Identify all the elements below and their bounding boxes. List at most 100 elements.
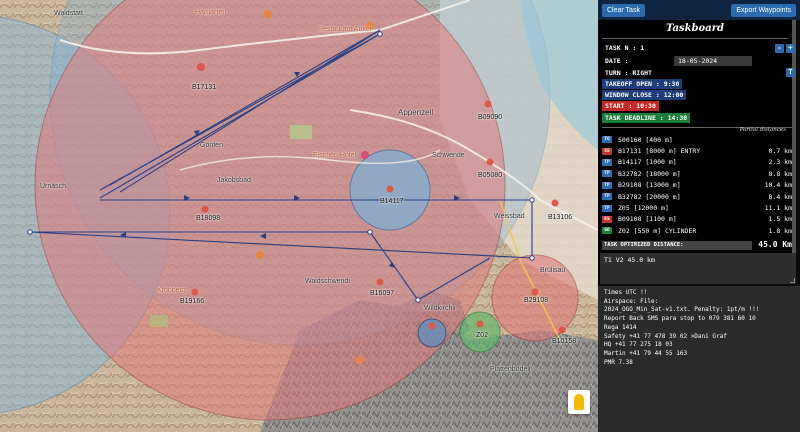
waypoint-label: B29108 [524,297,549,304]
turnpoint-row[interactable]: TO S00160 [400 m] [602,134,792,145]
turnpoint-type-badge: ES [602,215,612,223]
turnpoint-row[interactable]: SS B17131 [8000 m] ENTRY 0.7 km [602,145,792,156]
turnpoint-type-badge: TP [602,181,612,189]
optimized-distance-value: 45.0 Km [758,240,792,249]
takeoff-open: TAKEOFF OPEN : 9:30 [602,79,683,89]
turnpoint-distance: 1.8 km [768,226,792,235]
turnpoint-name: Z02 [550 m] CYLINDER [618,226,697,235]
turn-direction: TURN : RIGHT [605,69,652,77]
place-label: Kronberg [157,287,186,294]
pin-b09090 [484,100,492,108]
park-area [290,125,312,139]
place-label: Brülisau [540,267,566,274]
t-button[interactable]: T [786,68,795,77]
start-time: START : 10:30 [602,101,659,111]
pin-hargarten [264,10,272,18]
date-label: DATE : [605,57,629,65]
place-label: Waldschwendi [305,278,350,285]
task-notes: Times UTC !! Airspace: File: 2024_OGO_Mi… [598,286,800,432]
waypoint-label: B05080 [478,172,503,179]
note-line: Safety +41 77 478 39 02 >Dani Graf [604,332,727,340]
pin-b14117 [386,185,394,193]
zoom-minus-button[interactable]: - [775,44,784,53]
resize-handle[interactable] [790,278,795,283]
optimized-distance-row: TASK OPTIMIZED DISTANCE: 45.0 Km [602,240,792,250]
note-line: PMR 7.38 [604,358,633,366]
clear-task-button[interactable]: Clear Task [602,3,645,17]
place-label: Gonten [200,142,223,149]
turnpoint-name: Z05 [12000 m] [618,204,669,213]
pin-bergast [256,251,264,259]
turnpoint-row[interactable]: TP B32782 [18000 m] 8.8 km [602,168,792,179]
zoom-plus-button[interactable]: + [786,44,795,53]
turnpoint-type-badge: TP [602,204,612,212]
place-label: Hargarten [195,9,227,16]
pin-b18098 [201,205,209,213]
task-result-textarea[interactable]: T1 V2 45.0 km [600,253,796,284]
turnpoint-distance: 8.4 km [768,192,792,201]
turnpoint-distance: 8.8 km [768,169,792,178]
pin-b16097 [376,278,384,286]
note-line: Times UTC !! [604,289,648,296]
place-label: Restaurant Anker [318,26,373,33]
place-label: Jakobsbad [217,177,251,184]
turnpoint-distance: 11.1 km [764,204,792,213]
place-label: Weissbad [494,213,525,220]
turnpoint-type-badge: TP [602,170,612,178]
divider [602,38,788,39]
waypoint-label: B16097 [370,290,395,297]
turnpoint-name: B17131 [8000 m] ENTRY [618,147,701,156]
place-label: Wildkirchli [424,305,456,312]
turnpoint-row[interactable]: GO Z02 [550 m] CYLINDER 1.8 km [602,225,792,236]
turnpoint-distance: 1.5 km [768,215,792,224]
task-map[interactable]: Waldstatt Hargarten Restaurant Anker App… [0,0,598,432]
park-area-2 [150,315,168,327]
taskboard-title: Taskboard [666,23,724,34]
turnpoint-name: B14117 [1000 m] [618,158,677,167]
turnpoint-distance: 2.3 km [768,158,792,167]
turnpoint-name: S00160 [400 m] [618,135,673,144]
turnpoint-row[interactable]: TP B29108 [13000 m] 10.4 km [602,180,792,191]
turnpoint-list: TO S00160 [400 m] SS B17131 [8000 m] ENTRY… [602,134,792,237]
turnpoint-name: B29108 [13000 m] [618,181,681,190]
place-label: Urnäsch [40,183,67,190]
turnpoint-row[interactable]: TP Z05 [12000 m] 11.1 km [602,202,792,213]
waypoint-label: B10158 [552,338,577,345]
waypoint-label: B19166 [180,298,205,305]
window-close: WINDOW CLOSE : 12:00 [602,90,687,100]
turnpoint-type-badge: TO [602,136,612,144]
turnpoint-type-badge: TP [602,193,612,201]
pin-bergast-2 [356,356,364,364]
place-label: Eischen Hotel [313,152,357,159]
place-label: Schwende [432,152,465,159]
place-label: Appenzell [398,108,434,117]
waypoint-label: B18098 [196,215,221,222]
partial-distances-label: Partial distances [739,127,786,133]
taskboard: Taskboard TASK N : 1 - + DATE : 18-05-20… [598,20,796,284]
pin-hotel [361,151,369,159]
note-line: Martin +41 79 44 55 163 [604,349,688,357]
waypoint-label: Z02 [476,332,489,339]
turnpoint-row[interactable]: ES B09108 [1100 m] 1.5 km [602,214,792,225]
pin-b09108 [428,322,436,330]
waypoint-label: B09090 [478,114,503,121]
export-waypoints-button[interactable]: Export Waypoints [731,3,796,17]
waypoint-label: B13106 [548,214,573,221]
turnpoint-name: B09108 [1100 m] [618,215,677,224]
pin-b19166 [191,288,199,296]
turnpoint-row[interactable]: TP B14117 [1000 m] 2.3 km [602,157,792,168]
waypoint-label: B14117 [380,198,404,205]
turnpoint-row[interactable]: TP B32782 [20000 m] 8.4 km [602,191,792,202]
place-label: Plattenbödeli [490,366,531,373]
pin-b10158 [558,326,566,334]
pin-b13106 [551,199,559,207]
note-line: Report Back SMS para stop to 079 381 60 … [604,315,756,323]
turnpoint-distance: 0.7 km [768,147,792,156]
note-line: Airspace: File: [604,297,659,305]
street-view-pegman[interactable] [568,390,590,414]
place-label: Waldstatt [54,10,83,17]
panel-toolbar: Clear Task Export Waypoints [598,0,800,20]
task-number: TASK N : 1 [605,44,645,52]
turnpoint-type-badge: TP [602,158,612,166]
turnpoint-type-badge: GO [602,227,612,235]
